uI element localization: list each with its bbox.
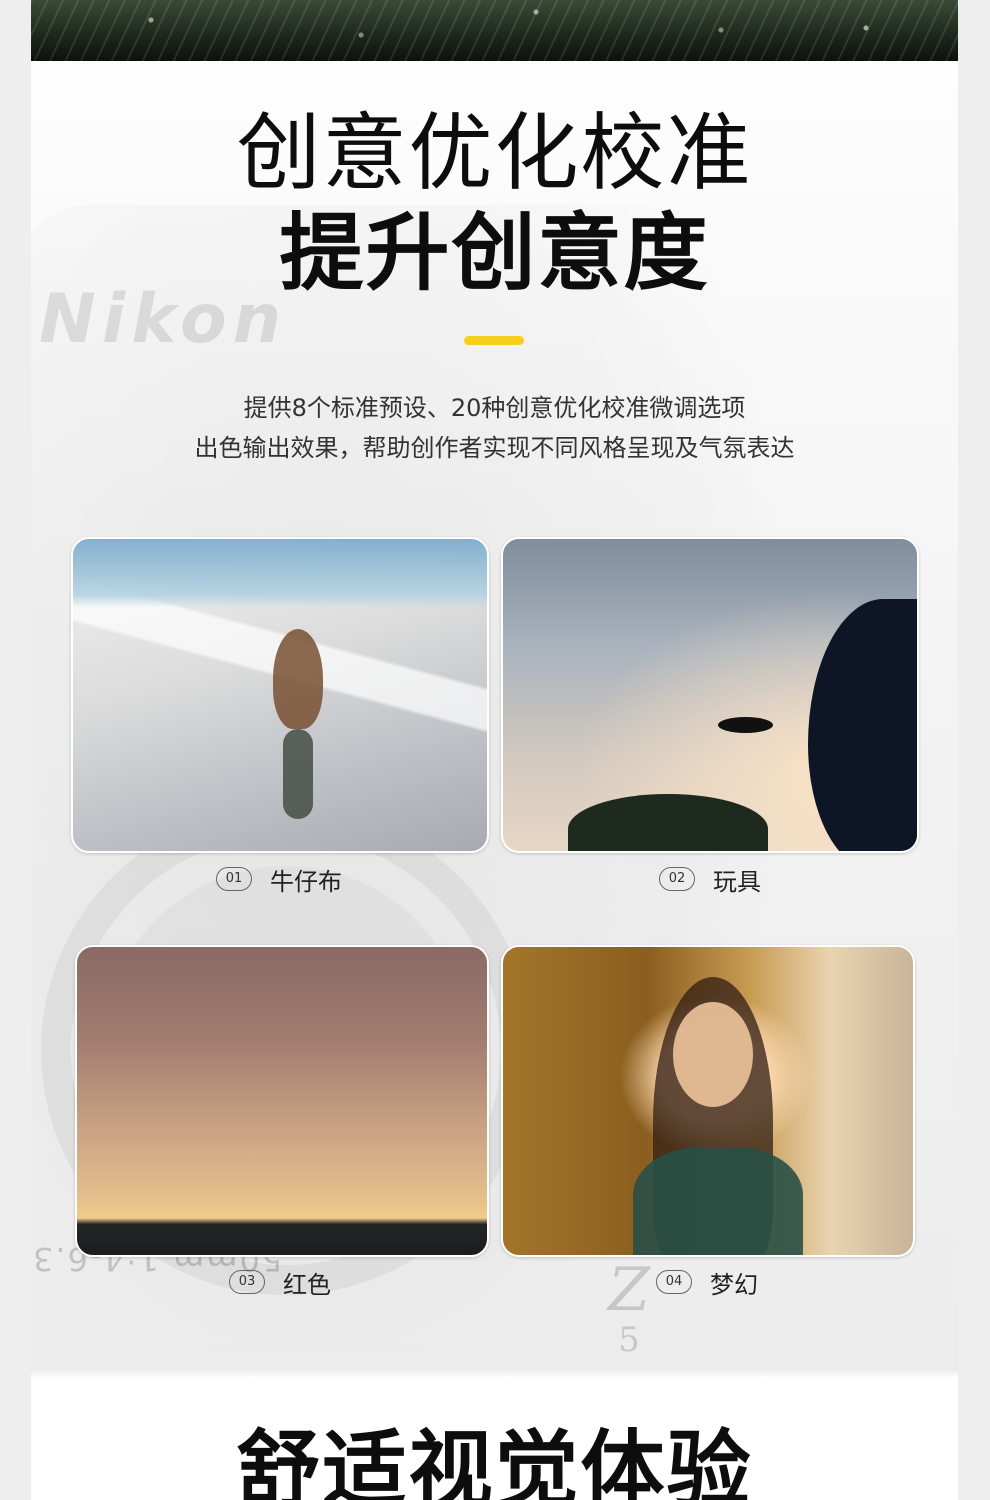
cyclist-figure — [273, 629, 323, 729]
preset-caption-02: 02 玩具 — [659, 864, 761, 896]
preset-label: 玩具 — [713, 867, 761, 896]
preset-label: 红色 — [283, 1270, 331, 1299]
preset-image-bird — [501, 537, 919, 853]
preset-label: 牛仔布 — [270, 867, 342, 896]
model-mark: Z 5 — [599, 1260, 659, 1360]
description: 提供8个标准预设、20种创意优化校准微调选项 出色输出效果，帮助创作者实现不同风… — [31, 388, 958, 468]
hero-title-line2: 提升创意度 — [31, 203, 958, 303]
next-section-title: 舒适视觉体验 — [236, 1421, 753, 1500]
city-lights — [31, 0, 958, 61]
preset-number-badge: 03 — [229, 1270, 265, 1294]
preset-number-badge: 04 — [656, 1270, 692, 1294]
green-top-shape — [633, 1147, 803, 1255]
hero-title-prefix: 提升 — [279, 204, 452, 302]
preset-label: 梦幻 — [710, 1270, 758, 1299]
preset-caption-01: 01 牛仔布 — [216, 864, 342, 896]
preset-caption-04: 04 梦幻 — [656, 1267, 758, 1299]
preset-caption-03: 03 红色 — [229, 1267, 331, 1299]
accent-bar — [464, 336, 524, 345]
preset-number-badge: 01 — [216, 867, 252, 891]
hero-title: 创意优化校准 提升创意度 — [31, 103, 958, 303]
preset-image-portrait — [501, 945, 915, 1257]
preset-image-sunset — [75, 945, 489, 1257]
hero-title-line1: 创意优化校准 — [236, 104, 753, 202]
dark-silhouette — [808, 599, 917, 851]
model-mark-letter: Z — [608, 1255, 650, 1325]
content-panel: Nikon 50mm 1:4-6.3 Z 5 创意优化校准 提升创意度 提供8个… — [31, 0, 958, 1500]
top-photo-strip — [31, 0, 958, 61]
model-mark-number: 5 — [618, 1320, 640, 1360]
hero-title-bold: 创意 — [451, 204, 624, 302]
description-line1: 提供8个标准预设、20种创意优化校准微调选项 — [243, 394, 746, 422]
preset-number-badge: 02 — [659, 867, 695, 891]
tree-silhouette — [568, 794, 768, 851]
description-line2: 出色输出效果，帮助创作者实现不同风格呈现及气氛表达 — [194, 434, 795, 462]
preset-image-cyclist — [71, 537, 489, 853]
hero-title-suffix: 度 — [623, 204, 710, 302]
bicycle-shape — [283, 729, 313, 819]
bird-silhouette — [718, 717, 773, 733]
face-shape — [673, 1002, 753, 1107]
